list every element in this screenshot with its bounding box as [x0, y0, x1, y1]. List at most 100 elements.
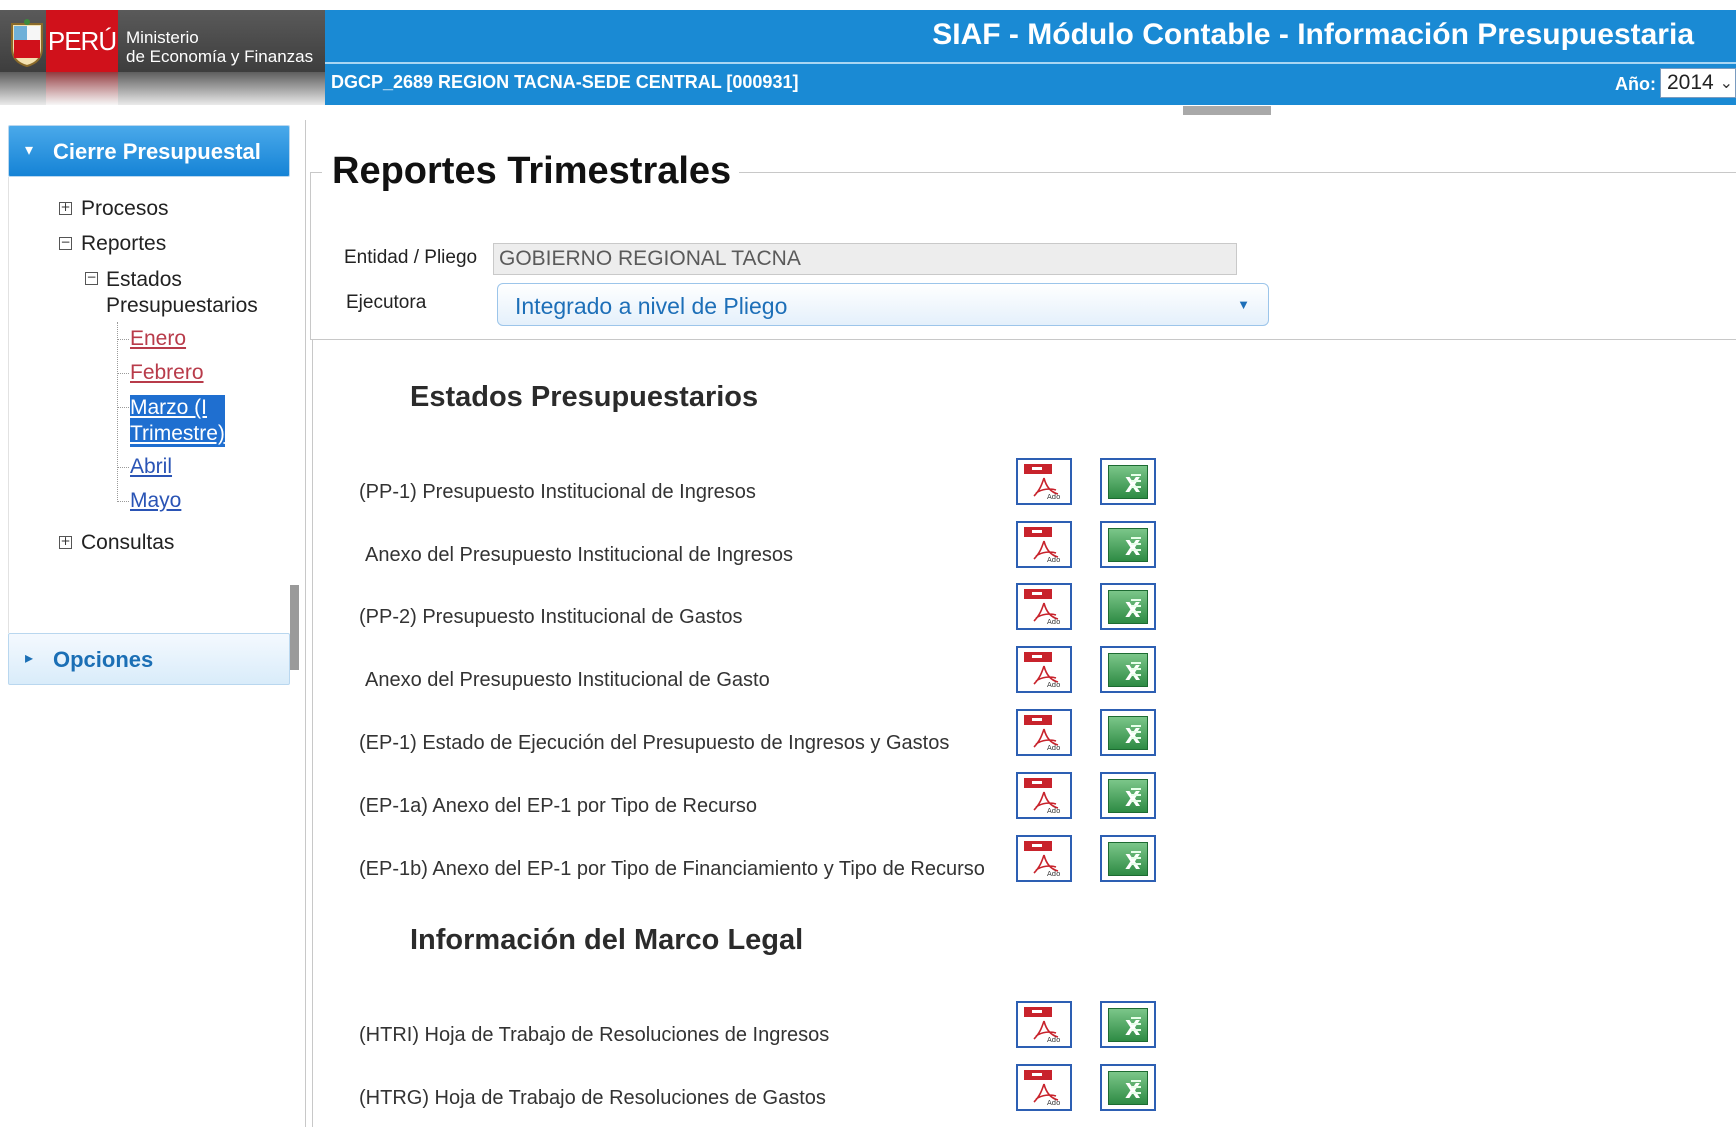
collapse-icon[interactable]: − — [59, 236, 72, 250]
tree-item-estados-presupuestarios[interactable]: Estados Presupuestarios — [106, 267, 258, 319]
expand-icon[interactable]: + — [59, 201, 72, 215]
excel-icon: X — [1108, 590, 1148, 624]
excel-x-icon: X — [1125, 1079, 1141, 1103]
pdf-download-button[interactable]: Ado — [1016, 709, 1072, 756]
collapse-icon[interactable]: − — [85, 271, 98, 285]
accordion-cierre-presupuestal[interactable]: ▾ Cierre Presupuestal — [8, 125, 290, 177]
sidebar-scrollbar[interactable] — [290, 585, 299, 670]
excel-icon: X — [1108, 779, 1148, 813]
logo-reflection-red — [46, 72, 118, 105]
peru-shield-icon — [11, 19, 43, 68]
tree-item-estados-line2: Presupuestarios — [106, 294, 258, 317]
excel-download-button[interactable]: X — [1100, 458, 1156, 505]
pdf-download-button[interactable]: Ado — [1016, 1001, 1072, 1048]
acrobat-icon: Ado — [1033, 854, 1060, 877]
excel-download-button[interactable]: X — [1100, 835, 1156, 882]
tree-item-procesos[interactable]: Procesos — [81, 197, 169, 221]
pdf-icon — [1024, 841, 1052, 851]
acrobat-icon: Ado — [1033, 1020, 1060, 1043]
year-select[interactable]: 2014 ⌄ — [1660, 68, 1736, 98]
excel-stripe — [1131, 863, 1141, 865]
splitter-handle[interactable] — [1183, 106, 1271, 115]
excel-stripe — [1131, 674, 1141, 676]
pdf-download-button[interactable]: Ado — [1016, 521, 1072, 568]
excel-stripe — [1131, 1092, 1141, 1094]
logo-ministry-text: Ministerio de Economía y Finanzas — [126, 28, 313, 66]
tree-item-abril[interactable]: Abril — [130, 455, 172, 479]
tree-connector — [117, 467, 129, 468]
excel-download-button[interactable]: X — [1100, 1001, 1156, 1048]
pdf-download-button[interactable]: Ado — [1016, 772, 1072, 819]
sidebar: ▾ Cierre Presupuestal + Procesos − Repor… — [0, 115, 300, 1127]
entity-field: GOBIERNO REGIONAL TACNA — [493, 243, 1237, 275]
excel-stripe — [1131, 725, 1141, 727]
excel-x-icon: X — [1125, 1016, 1141, 1040]
pdf-download-button[interactable]: Ado — [1016, 835, 1072, 882]
pdf-download-button[interactable]: Ado — [1016, 1064, 1072, 1111]
excel-icon: X — [1108, 1071, 1148, 1105]
tree-item-reportes[interactable]: Reportes — [81, 232, 166, 256]
expand-icon[interactable]: + — [59, 535, 72, 549]
excel-stripe — [1131, 857, 1141, 859]
accordion-label: Cierre Presupuestal — [53, 139, 261, 164]
excel-stripe — [1131, 480, 1141, 482]
excel-stripe — [1131, 474, 1141, 476]
acrobat-icon: Ado — [1033, 477, 1060, 500]
report-label: (EP-1a) Anexo del EP-1 por Tipo de Recur… — [359, 795, 757, 817]
excel-icon: X — [1108, 716, 1148, 750]
tree-connector — [117, 501, 129, 502]
tree-item-mayo[interactable]: Mayo — [130, 489, 181, 513]
tree-item-marzo[interactable]: Marzo (I Trimestre) — [130, 395, 225, 447]
navigation-tree: + Procesos − Reportes − Estados Presupue… — [8, 177, 290, 633]
excel-download-button[interactable]: X — [1100, 772, 1156, 819]
excel-stripe — [1131, 1086, 1141, 1088]
report-label: (PP-1) Presupuesto Institucional de Ingr… — [359, 481, 756, 503]
report-label: (HTRI) Hoja de Trabajo de Resoluciones d… — [359, 1024, 830, 1046]
excel-download-button[interactable]: X — [1100, 709, 1156, 756]
pdf-download-button[interactable]: Ado — [1016, 458, 1072, 505]
excel-stripe — [1131, 605, 1141, 607]
acrobat-icon: Ado — [1033, 602, 1060, 625]
report-label: (HTRG) Hoja de Trabajo de Resoluciones d… — [359, 1087, 826, 1109]
excel-x-icon: X — [1125, 473, 1141, 497]
excel-stripe — [1131, 486, 1141, 488]
tree-item-consultas[interactable]: Consultas — [81, 531, 174, 555]
pdf-icon — [1024, 1007, 1052, 1017]
report-label: Anexo del Presupuesto Institucional de I… — [365, 544, 794, 566]
logo-peru-text: PERÚ — [46, 10, 118, 72]
excel-x-icon: X — [1125, 536, 1141, 560]
excel-stripe — [1131, 737, 1141, 739]
tree-item-marzo-line1: Marzo (I — [130, 396, 208, 419]
tree-connector — [117, 339, 129, 340]
excel-stripe — [1131, 611, 1141, 613]
excel-stripe — [1131, 1080, 1141, 1082]
executor-select[interactable]: Integrado a nivel de Pliego ▼ — [497, 283, 1269, 326]
report-label: (EP-1) Estado de Ejecución del Presupues… — [359, 732, 950, 754]
excel-download-button[interactable]: X — [1100, 1064, 1156, 1111]
svg-text:Ado: Ado — [1047, 1099, 1060, 1106]
acrobat-icon: Ado — [1033, 1083, 1060, 1106]
logo-ministry-line1: Ministerio — [126, 28, 199, 47]
pdf-download-button[interactable]: Ado — [1016, 583, 1072, 630]
pdf-download-button[interactable]: Ado — [1016, 646, 1072, 693]
tree-item-estados-line1: Estados — [106, 268, 182, 291]
excel-stripe — [1131, 1017, 1141, 1019]
excel-download-button[interactable]: X — [1100, 521, 1156, 568]
excel-icon: X — [1108, 528, 1148, 562]
excel-icon: X — [1108, 842, 1148, 876]
svg-text:Ado: Ado — [1047, 1036, 1060, 1043]
tree-item-enero[interactable]: Enero — [130, 327, 186, 351]
year-value: 2014 — [1667, 71, 1714, 94]
excel-download-button[interactable]: X — [1100, 583, 1156, 630]
chevron-down-icon: ▼ — [1237, 297, 1250, 312]
year-label: Año: — [1615, 74, 1656, 94]
excel-stripe — [1131, 1029, 1141, 1031]
excel-download-button[interactable]: X — [1100, 646, 1156, 693]
triangle-right-icon: ▸ — [25, 650, 34, 667]
excel-x-icon: X — [1125, 850, 1141, 874]
tree-item-febrero[interactable]: Febrero — [130, 361, 204, 385]
excel-x-icon: X — [1125, 661, 1141, 685]
accordion-opciones[interactable]: ▸ Opciones — [8, 633, 290, 685]
svg-text:Ado: Ado — [1047, 556, 1060, 563]
excel-x-icon: X — [1125, 787, 1141, 811]
